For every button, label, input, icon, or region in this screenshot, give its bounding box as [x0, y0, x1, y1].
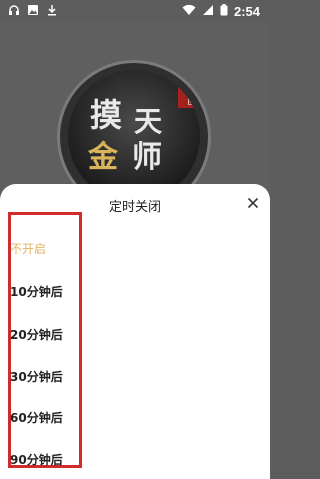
timer-option-30min[interactable]: 30分钟后	[10, 368, 63, 385]
close-icon	[247, 194, 259, 213]
cover-char-1: 摸	[90, 96, 123, 134]
image-icon	[27, 4, 39, 19]
timer-option-off[interactable]: 不开启	[10, 240, 46, 257]
cover-char-4: 师	[132, 140, 162, 175]
download-icon	[46, 4, 58, 19]
timer-option-90min[interactable]: 90分钟后	[10, 451, 63, 468]
status-bar: 2:54	[0, 0, 270, 22]
clock: 2:54	[233, 4, 260, 19]
timer-bottom-sheet: 定时关闭 不开启 10分钟后 20分钟后 30分钟后 60分钟后 90分钟后	[0, 184, 270, 479]
timer-option-10min[interactable]: 10分钟后	[10, 283, 63, 300]
status-bar-right-icons: 2:54	[182, 4, 260, 19]
close-button[interactable]	[242, 192, 264, 214]
wifi-icon	[182, 4, 196, 19]
battery-icon	[220, 4, 228, 19]
cover-char-3: 金	[88, 140, 118, 175]
signal-icon	[202, 4, 214, 19]
cover-title-art: 摸 天 金 师	[82, 88, 192, 188]
timer-option-20min[interactable]: 20分钟后	[10, 326, 63, 343]
timer-option-60min[interactable]: 60分钟后	[10, 409, 63, 426]
cover-badge: 大话回	[178, 78, 196, 108]
album-cover: 摸 天 金 师 大话回	[68, 70, 200, 202]
status-bar-left-icons	[8, 4, 58, 19]
headphones-icon	[8, 4, 20, 19]
